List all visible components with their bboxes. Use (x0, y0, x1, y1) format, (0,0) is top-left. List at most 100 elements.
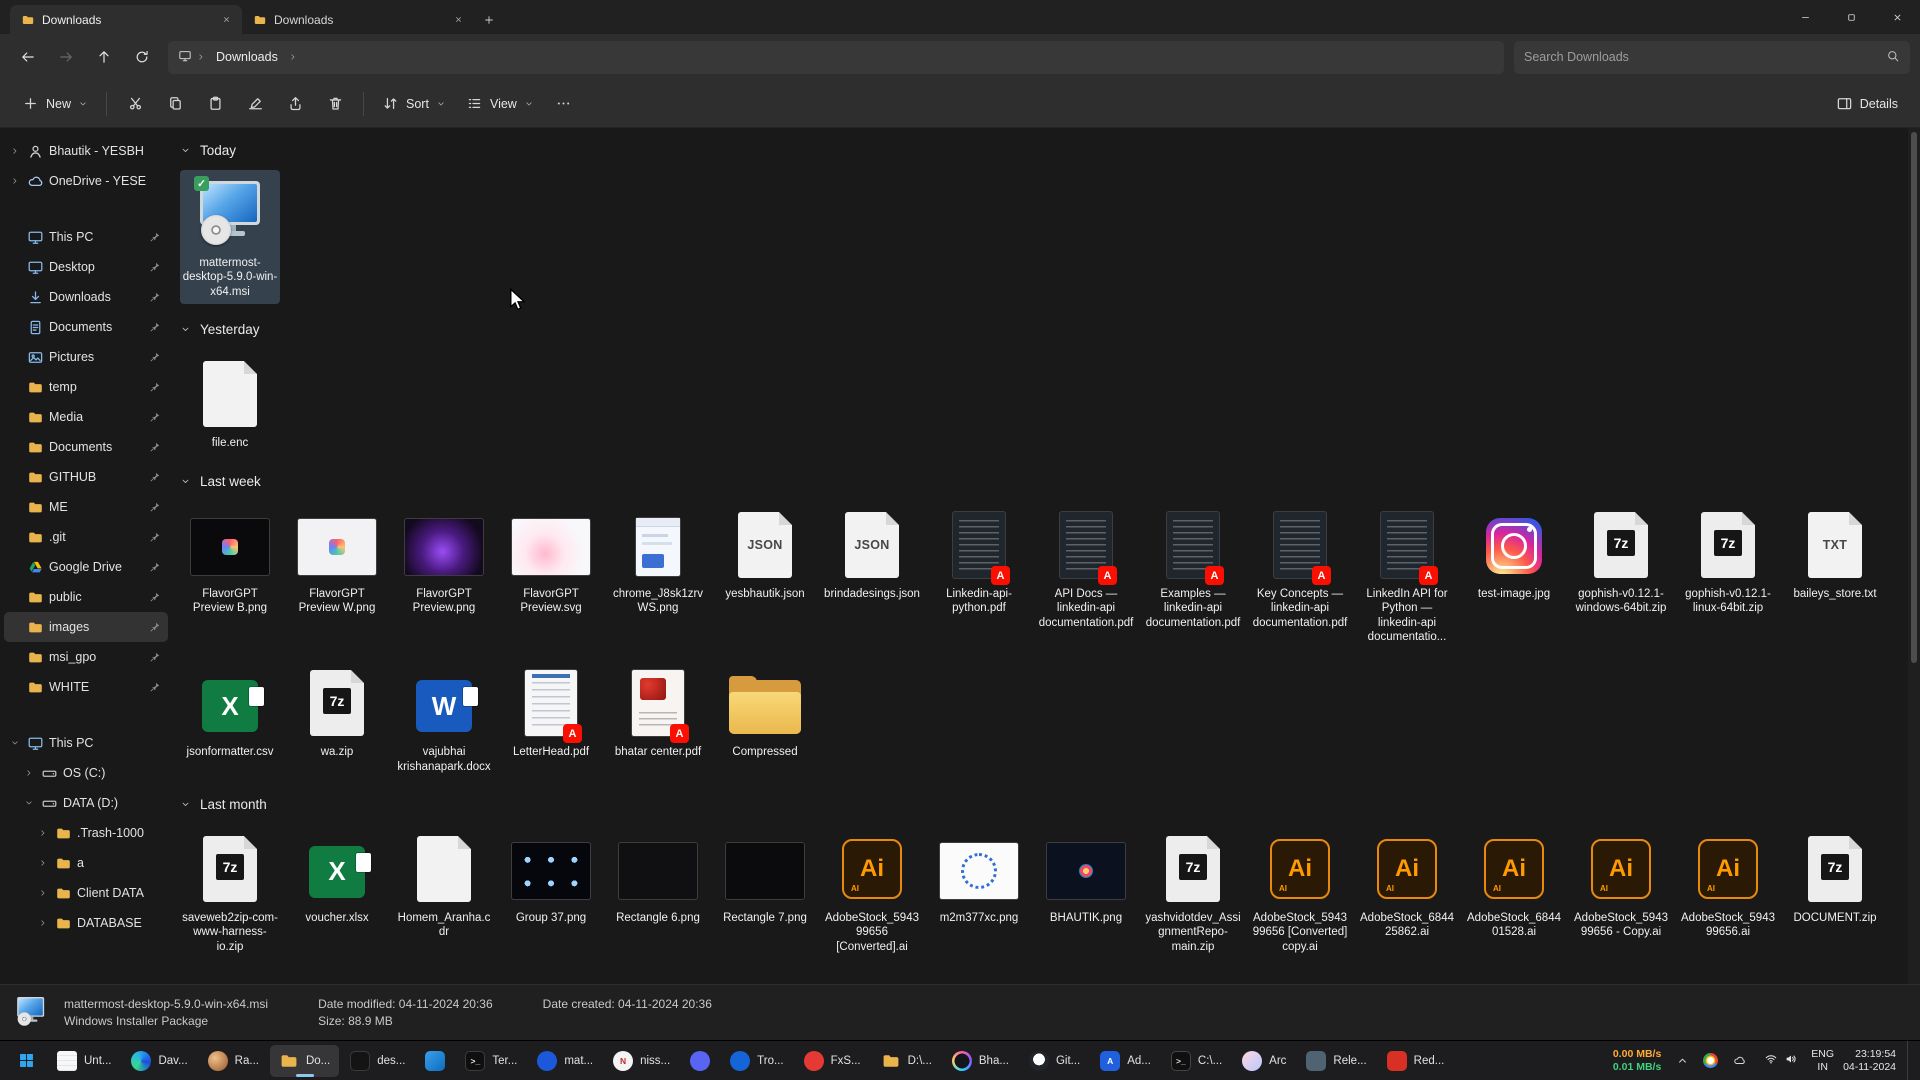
language-indicator[interactable]: ENG IN (1811, 1048, 1834, 1073)
breadcrumb-root[interactable] (178, 49, 192, 66)
file-tile[interactable]: 7zgophish-v0.12.1-windows-64bit.zip (1571, 501, 1671, 621)
sidebar-item-github[interactable]: GITHUB (4, 462, 168, 492)
paste-button[interactable] (195, 87, 235, 121)
content-scrollbar[interactable] (1908, 128, 1920, 984)
taskbar-item-app-niss[interactable]: Nniss... (604, 1045, 679, 1077)
view-button[interactable]: View (456, 87, 544, 121)
close-button[interactable] (1874, 0, 1920, 34)
tray-overflow-button[interactable] (1670, 1047, 1694, 1075)
taskbar-item-arc[interactable]: Arc (1233, 1045, 1295, 1077)
file-tile[interactable]: AExamples — linkedin-api documentation.p… (1143, 501, 1243, 635)
sidebar-item-a[interactable]: a (4, 848, 168, 878)
taskbar-item-app-tro[interactable]: Tro... (721, 1045, 792, 1077)
file-tile[interactable]: m2m377xc.png (929, 825, 1029, 930)
file-tile[interactable]: file.enc (180, 350, 280, 455)
file-tile[interactable]: BHAUTIK.png (1036, 825, 1136, 930)
network-speed-indicator[interactable]: 0.00 MB/s 0.01 MB/s (1613, 1048, 1661, 1073)
start-button[interactable] (7, 1045, 46, 1077)
file-tile[interactable]: ALinkedIn API for Python — linkedin-api … (1357, 501, 1457, 649)
taskbar-item-app-ra[interactable]: Ra... (199, 1045, 268, 1077)
file-tile[interactable]: AiAIAdobeStock_594399656 - Copy.ai (1571, 825, 1671, 945)
refresh-button[interactable] (124, 40, 160, 74)
file-tile[interactable]: Compressed (715, 659, 815, 764)
group-header-today[interactable]: Today (180, 138, 1920, 162)
cut-button[interactable] (115, 87, 155, 121)
taskbar-item-cmd[interactable]: >_C:\... (1162, 1045, 1231, 1077)
taskbar-item-terminal[interactable]: >_Ter... (456, 1045, 526, 1077)
file-tile[interactable]: AiAIAdobeStock_594399656 [Converted] cop… (1250, 825, 1350, 959)
sidebar-item-public[interactable]: public (4, 582, 168, 612)
file-tile[interactable]: test-image.jpg (1464, 501, 1564, 606)
file-tile[interactable]: Abhatar center.pdf (608, 659, 708, 764)
sidebar-item-me[interactable]: ME (4, 492, 168, 522)
sidebar-item-temp[interactable]: temp (4, 372, 168, 402)
taskbar-item-vscode[interactable] (416, 1045, 454, 1077)
up-button[interactable] (86, 40, 122, 74)
file-tile[interactable]: 7zyashvidotdev_AssignmentRepo-main.zip (1143, 825, 1243, 959)
chevron-right-icon[interactable] (36, 886, 50, 900)
file-tile[interactable]: ALetterHead.pdf (501, 659, 601, 764)
new-tab-button[interactable] (474, 5, 504, 34)
forward-button[interactable] (48, 40, 84, 74)
scrollbar-thumb[interactable] (1911, 132, 1917, 663)
maximize-button[interactable] (1828, 0, 1874, 34)
sidebar-item-images[interactable]: images (4, 612, 168, 642)
sidebar-item-pictures[interactable]: Pictures (4, 342, 168, 372)
breadcrumb-downloads[interactable]: Downloads (210, 50, 284, 64)
chevron-right-icon[interactable] (36, 916, 50, 930)
taskbar-item-edge[interactable]: Dav... (122, 1045, 196, 1077)
file-tile[interactable]: AiAIAdobeStock_594399656.ai (1678, 825, 1778, 945)
file-tile[interactable]: chrome_J8sk1zrvWS.png (608, 501, 708, 621)
file-tile[interactable]: AKey Concepts — linkedin-api documentati… (1250, 501, 1350, 635)
sidebar-item-desktop[interactable]: Desktop (4, 252, 168, 282)
show-desktop-button[interactable] (1907, 1041, 1912, 1080)
delete-button[interactable] (315, 87, 355, 121)
quick-settings[interactable] (1760, 1047, 1802, 1075)
file-tile[interactable]: Homem_Aranha.cdr (394, 825, 494, 945)
sidebar-item-media[interactable]: Media (4, 402, 168, 432)
search-box[interactable]: Search Downloads (1514, 41, 1910, 74)
sidebar-item-msi-gpo[interactable]: msi_gpo (4, 642, 168, 672)
file-tile[interactable]: AiAIAdobeStock_594399656 [Converted].ai (822, 825, 922, 959)
taskbar-item-fxsound[interactable]: FxS... (795, 1045, 870, 1077)
file-tile[interactable]: TXTbaileys_store.txt (1785, 501, 1885, 606)
file-tile[interactable]: Xjsonformatter.csv (180, 659, 280, 764)
sidebar-item-this-pc[interactable]: This PC (4, 728, 168, 758)
sidebar-item-database[interactable]: DATABASE (4, 908, 168, 938)
taskbar-item-app-rele[interactable]: Rele... (1297, 1045, 1375, 1077)
group-header-last-month[interactable]: Last month (180, 793, 1920, 817)
rename-button[interactable] (235, 87, 275, 121)
minimize-button[interactable] (1782, 0, 1828, 34)
taskbar-item-notepad[interactable]: Unt... (48, 1045, 120, 1077)
file-tile[interactable]: JSONyesbhautik.json (715, 501, 815, 606)
file-tile[interactable]: FlavorGPT Preview.png (394, 501, 494, 621)
sidebar-item-client-data[interactable]: Client DATA (4, 878, 168, 908)
file-tile[interactable]: Wvajubhai krishanapark.docx (394, 659, 494, 779)
more-options-button[interactable] (544, 87, 584, 121)
taskbar-item-app-des[interactable]: des... (341, 1045, 414, 1077)
file-tile[interactable]: Rectangle 6.png (608, 825, 708, 930)
file-tile[interactable]: AiAIAdobeStock_684401528.ai (1464, 825, 1564, 945)
chevron-right-icon[interactable] (36, 826, 50, 840)
chevron-right-icon[interactable] (36, 856, 50, 870)
group-header-yesterday[interactable]: Yesterday (180, 318, 1920, 342)
taskbar-item-app-bha[interactable]: Bha... (943, 1045, 1018, 1077)
taskbar-item-folder-d[interactable]: D:\... (872, 1045, 941, 1077)
sort-button[interactable]: Sort (372, 87, 456, 121)
chevron-right-icon[interactable] (8, 144, 22, 158)
file-tile[interactable]: 7zwa.zip (287, 659, 387, 764)
sidebar-item-white[interactable]: WHITE (4, 672, 168, 702)
sidebar-item-documents[interactable]: Documents (4, 312, 168, 342)
sidebar-item-onedrive-yese[interactable]: OneDrive - YESE (4, 166, 168, 196)
taskbar-item-github-desktop[interactable]: Git... (1020, 1045, 1089, 1077)
sidebar-item-trash-1000[interactable]: .Trash-1000 (4, 818, 168, 848)
chevron-down-icon[interactable] (22, 796, 36, 810)
file-tile[interactable]: FlavorGPT Preview B.png (180, 501, 280, 621)
file-tile[interactable]: FlavorGPT Preview.svg (501, 501, 601, 621)
chrome-tray-icon[interactable] (1703, 1053, 1718, 1068)
file-tile[interactable]: 7zDOCUMENT.zip (1785, 825, 1885, 930)
file-tile[interactable]: Group 37.png (501, 825, 601, 930)
taskbar-item-app-ad[interactable]: AAd... (1091, 1045, 1160, 1077)
sidebar-item-git[interactable]: .git (4, 522, 168, 552)
sidebar-item-this-pc[interactable]: This PC (4, 222, 168, 252)
